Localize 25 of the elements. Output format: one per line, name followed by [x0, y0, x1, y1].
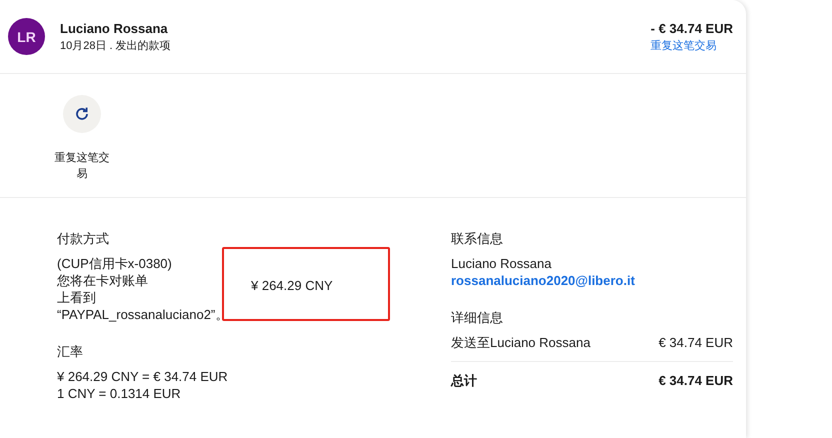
detail-label: 发送至Luciano Rossana [451, 334, 590, 351]
exchange-rate: ¥ 264.29 CNY = € 34.74 EUR [57, 368, 229, 385]
avatar: LR [8, 18, 45, 55]
repeat-link[interactable]: 重复这笔交易 [650, 38, 717, 52]
card-method: (CUP信用卡x-0380) [57, 255, 173, 272]
refresh-icon [74, 106, 90, 122]
transaction-amount: - € 34.74 EUR [650, 20, 733, 36]
section-heading: 付款方式 [57, 230, 110, 247]
action-label: 重复这笔交易 [54, 150, 110, 182]
detail-value: € 34.74 EUR [658, 334, 733, 351]
email-link[interactable]: rossanaluciano2020@libero.it [451, 272, 733, 289]
statement-note: 上看到 [57, 289, 97, 306]
contact-name: Luciano Rossana [451, 255, 552, 272]
section-heading: 联系信息 [451, 230, 504, 247]
section-heading: 详细信息 [451, 309, 504, 326]
statement-note: 您将在卡对账单 [57, 272, 149, 289]
payee-name: Luciano Rossana [60, 20, 169, 36]
transaction-subtitle: 10月28日 . 发出的款项 [60, 38, 172, 52]
repeat-button[interactable] [63, 95, 101, 133]
statement-note: “PAYPAL_rossanaluciano2”。 [57, 306, 222, 323]
exchange-rate: 1 CNY = 0.1314 EUR [57, 385, 182, 402]
payment-amount: ¥ 264.29 CNY [251, 278, 333, 293]
section-heading: 汇率 [57, 343, 84, 360]
total-label: 总计 [451, 372, 477, 389]
total-value: € 34.74 EUR [658, 372, 733, 389]
